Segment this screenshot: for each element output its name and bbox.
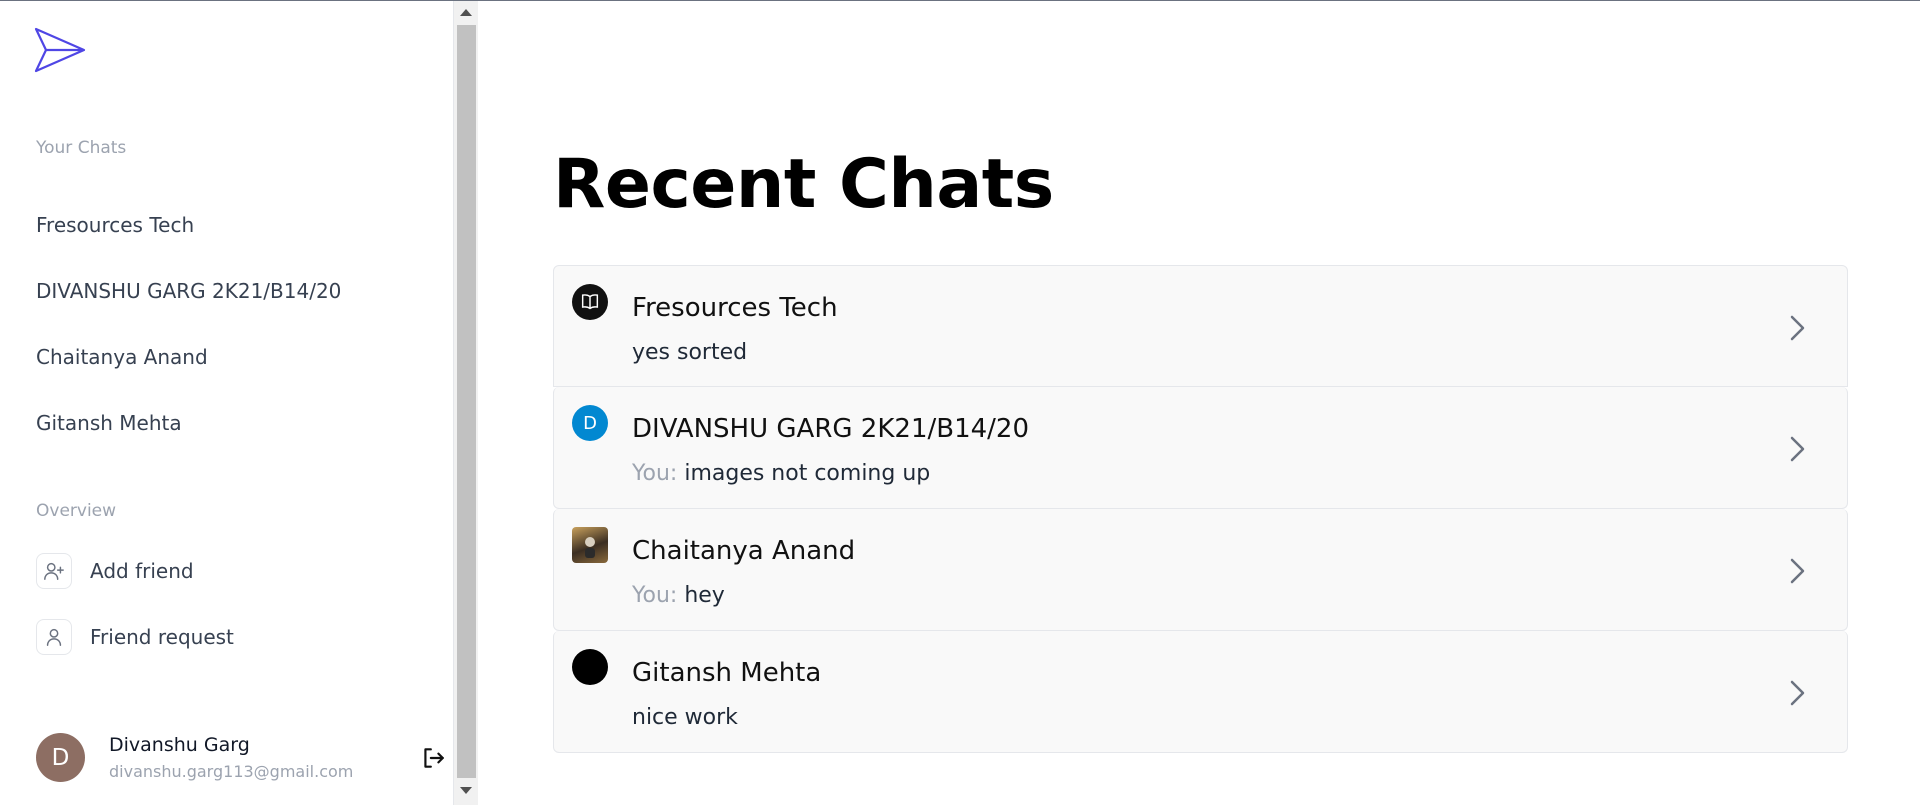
avatar [572,649,608,685]
sidebar-chat-chaitanya-anand[interactable]: Chaitanya Anand [36,345,208,369]
page-title: Recent Chats [553,145,1054,224]
scroll-up-arrow-icon[interactable] [460,9,472,16]
logout-icon[interactable] [420,745,446,771]
chat-name: Chaitanya Anand [632,536,856,566]
recent-chats-list: Fresources Tech yes sorted D DIVANSHU GA… [553,265,1848,753]
chevron-right-icon [1790,558,1805,584]
user-icon [36,619,72,655]
friend-request-link[interactable]: Friend request [36,619,234,655]
chat-name: Fresources Tech [632,293,838,323]
chat-card-divanshu-garg[interactable]: D DIVANSHU GARG 2K21/B14/20 You: images … [553,387,1848,509]
book-logo-avatar-icon [572,284,608,320]
avatar: D [36,733,85,782]
user-email: divanshu.garg113@gmail.com [109,762,354,781]
scroll-down-arrow-icon[interactable] [460,787,472,794]
chat-last-message: You: images not coming up [632,461,931,486]
chevron-right-icon [1790,315,1805,341]
add-friend-link[interactable]: Add friend [36,553,194,589]
scrollbar-thumb[interactable] [457,25,476,778]
chat-name: DIVANSHU GARG 2K21/B14/20 [632,414,1030,444]
sidebar-chat-fresources-tech[interactable]: Fresources Tech [36,213,194,237]
your-chats-label: Your Chats [36,138,127,158]
user-name: Divanshu Garg [109,734,250,756]
user-plus-icon [36,553,72,589]
chat-name: Gitansh Mehta [632,658,822,688]
sidebar-chat-divanshu-garg[interactable]: DIVANSHU GARG 2K21/B14/20 [36,279,341,303]
sidebar-chat-gitansh-mehta[interactable]: Gitansh Mehta [36,411,182,435]
overview-label: Overview [36,501,117,521]
add-friend-label: Add friend [90,559,194,583]
main-content: Recent Chats Fresources Tech yes sorted … [478,1,1920,805]
chevron-right-icon [1790,436,1805,462]
sidebar-scrollbar[interactable] [453,1,478,805]
chat-last-message: yes sorted [632,340,748,365]
chat-card-gitansh-mehta[interactable]: Gitansh Mehta nice work [553,631,1848,753]
chat-card-fresources-tech[interactable]: Fresources Tech yes sorted [553,265,1848,387]
chevron-right-icon [1790,680,1805,706]
chat-last-message: You: hey [632,583,725,608]
paper-plane-icon[interactable] [34,27,86,73]
sidebar: Your Chats Fresources Tech DIVANSHU GARG… [0,1,453,805]
avatar: D [572,405,608,441]
friend-request-label: Friend request [90,625,234,649]
photo-avatar [572,527,608,563]
chat-card-chaitanya-anand[interactable]: Chaitanya Anand You: hey [553,509,1848,631]
user-profile: D Divanshu Garg divanshu.garg113@gmail.c… [36,733,353,782]
chat-last-message: nice work [632,705,738,730]
